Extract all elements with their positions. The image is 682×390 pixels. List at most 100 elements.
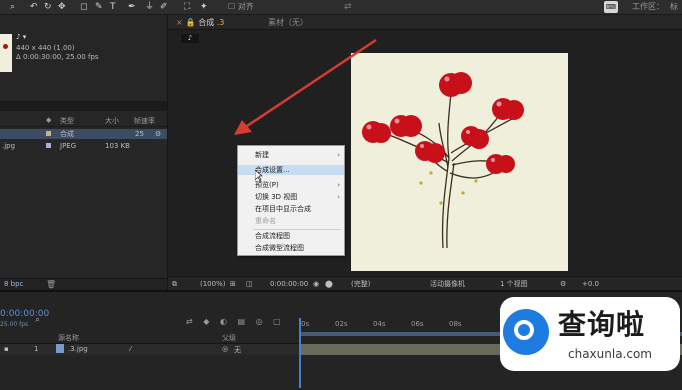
close-icon[interactable]: × (176, 18, 183, 27)
tab-comp-label: 合成 (198, 18, 215, 27)
orbit-tool-icon[interactable]: ↻ (44, 1, 52, 13)
menu-item-label: 重命名 (255, 217, 276, 225)
menu-item-reveal-in-project[interactable]: 在项目中显示合成 (238, 204, 344, 214)
channel-icon[interactable]: ⬤ (325, 277, 333, 291)
submenu-arrow-icon: › (337, 193, 340, 201)
always-preview-icon[interactable]: ⧉ (172, 277, 177, 291)
menu-item-label: 切换 3D 视图 (255, 193, 298, 201)
clone-stamp-tool-icon[interactable]: ⏚ (145, 1, 154, 13)
exposure-value[interactable]: +0.0 (582, 277, 599, 291)
frame-blending-icon[interactable]: ▤ (237, 317, 245, 326)
camera-select[interactable]: 活动摄像机 (430, 277, 465, 291)
tab-composition[interactable]: × 🔒 合成 .3 (176, 17, 224, 28)
lock-icon[interactable]: 🔒 (186, 18, 199, 27)
trash-icon[interactable]: 🗑 (46, 280, 56, 289)
menu-item-flowchart[interactable]: 合成流程图 (238, 231, 344, 241)
puppet-pin-tool-icon[interactable]: ✦ (200, 1, 208, 13)
menu-item-label: 合成流程图 (255, 232, 290, 240)
bit-depth-button[interactable]: 8 bpc (4, 280, 23, 288)
source-name-header[interactable]: 源名称 (58, 333, 79, 343)
viewer-control-bar: ⧉ (100%) ⊞ ◫ 0:00:00:00 ◉ ⬤ (完整) 活动摄像机 1… (168, 276, 682, 291)
ruler-tick: 02s (335, 320, 348, 328)
composition-canvas[interactable] (351, 53, 568, 271)
comp-thumbnail (0, 34, 12, 72)
graph-editor-icon[interactable]: ▢ (273, 317, 281, 326)
rectangle-tool-icon[interactable]: ◻ (80, 1, 87, 13)
snapshot-icon[interactable]: ◉ (313, 277, 319, 291)
project-item-jpg[interactable]: .jpg JPEG 103 KB (0, 141, 167, 151)
pen-tool-icon[interactable]: ✎ (95, 1, 103, 13)
timeline-switches: ⇄ ◆ ◐ ▤ ◎ ▢ (186, 317, 281, 326)
align-icon[interactable]: ⇄ (344, 1, 352, 13)
grid-overlay-icon[interactable]: ⊞ (230, 277, 236, 291)
mask-visibility-icon[interactable]: ◫ (246, 277, 253, 291)
comp-size-info: 440 x 440 (1.00) (16, 44, 75, 52)
tag-icon: ◆ (46, 116, 52, 124)
project-column-header: ◆ 类型 大小 帧速率 (0, 116, 167, 127)
timeline-layer-row[interactable]: ▪ 1 .3.jpg ⁄ ◎ 无 (0, 344, 300, 355)
project-item-comp[interactable]: 合成 25 ⚙ (0, 129, 167, 139)
item-rate: 25 (135, 130, 144, 138)
submenu-arrow-icon: › (337, 151, 340, 159)
menu-item-composition-settings[interactable]: 合成设置... (238, 165, 344, 175)
parent-header[interactable]: 父级 (222, 333, 236, 343)
layer-name[interactable]: .3.jpg (68, 345, 88, 353)
watermark-title: 查询啦 (558, 308, 646, 341)
comp-name-badge[interactable]: ♪ (181, 34, 199, 43)
column-frame-rate[interactable]: 帧速率 (134, 116, 155, 126)
views-select[interactable]: 1 个视图 (500, 277, 528, 291)
type-tool-icon[interactable]: T (110, 1, 116, 13)
resolution-select[interactable]: (完整) (351, 277, 370, 291)
comp-icon-label: ♪ ▾ (16, 33, 27, 41)
menu-item-rename: 重命名 (238, 216, 344, 226)
menu-item-switch-3d-view[interactable]: 切换 3D 视图 › (238, 192, 344, 202)
switch-icon[interactable]: ⁄ (130, 345, 131, 353)
project-search-input[interactable] (0, 101, 167, 111)
item-name: .jpg (2, 142, 16, 150)
menu-item-preview[interactable]: 预览(P) › (238, 180, 344, 190)
menu-item-label: 合成微型流程图 (255, 244, 304, 252)
roto-brush-tool-icon[interactable]: ⛶ (184, 1, 190, 13)
column-size[interactable]: 大小 (105, 116, 119, 126)
parent-pickwhip-icon[interactable]: ◎ (222, 345, 228, 353)
visibility-icon[interactable]: ▪ (4, 345, 9, 353)
flowchart-icon[interactable]: ⚙ (155, 129, 161, 139)
layer-index: 1 (34, 345, 39, 353)
cherry-tree-image (362, 72, 524, 249)
watermark-logo-icon (503, 309, 549, 355)
rotate-tool-icon[interactable]: ↶ (30, 1, 38, 13)
workspace-select[interactable]: 标 (670, 2, 678, 11)
image-layer-icon (56, 344, 64, 353)
snapping-label: 对齐 (237, 2, 254, 11)
menu-item-mini-flowchart[interactable]: 合成微型流程图 (238, 243, 344, 253)
tab-footage[interactable]: 素材（无） (268, 17, 308, 28)
timeline-fps: 25.00 fps (0, 321, 29, 328)
parent-select[interactable]: 无 (234, 345, 241, 355)
mouse-cursor-icon (255, 170, 263, 182)
menu-separator (253, 229, 341, 230)
zoom-tool-icon[interactable]: ⌕ (10, 1, 15, 13)
brush-tool-icon[interactable]: ✒ (128, 1, 136, 13)
workspace-area: ⌨ 工作区： 标 (598, 1, 678, 13)
shy-icon[interactable]: ◐ (220, 317, 227, 326)
context-menu: 新建 › 合成设置... 预览(P) › 切换 3D 视图 › 在项目中显示合成 重命… (237, 145, 345, 256)
timeline-search-icon[interactable]: ⌕ (35, 315, 40, 325)
eraser-tool-icon[interactable]: ✐ (160, 1, 168, 13)
playhead[interactable] (299, 318, 301, 388)
menu-item-new[interactable]: 新建 › (238, 150, 344, 160)
magnification-select[interactable]: (100%) (200, 277, 225, 291)
submenu-arrow-icon: › (337, 181, 340, 189)
current-time-display[interactable]: 0:00:00:00 (270, 277, 308, 291)
snapping-checkbox[interactable]: ☐ 对齐 (228, 1, 254, 13)
snap-checkbox-icon[interactable]: ☐ (228, 2, 238, 11)
draft-3d-icon[interactable]: ◆ (203, 317, 209, 326)
tab-comp-name: .3 (216, 18, 225, 27)
item-type: 合成 (60, 130, 74, 138)
pan-behind-tool-icon[interactable]: ✥ (58, 1, 66, 13)
fast-preview-icon[interactable]: ⚙ (560, 277, 566, 291)
comp-mini-flowchart-icon[interactable]: ⇄ (186, 317, 193, 326)
column-type[interactable]: 类型 (60, 116, 74, 126)
keyboard-shortcut-icon[interactable]: ⌨ (603, 1, 618, 13)
motion-blur-icon[interactable]: ◎ (256, 317, 263, 326)
timeline-current-time[interactable]: 0:00:00:00 (0, 309, 49, 319)
